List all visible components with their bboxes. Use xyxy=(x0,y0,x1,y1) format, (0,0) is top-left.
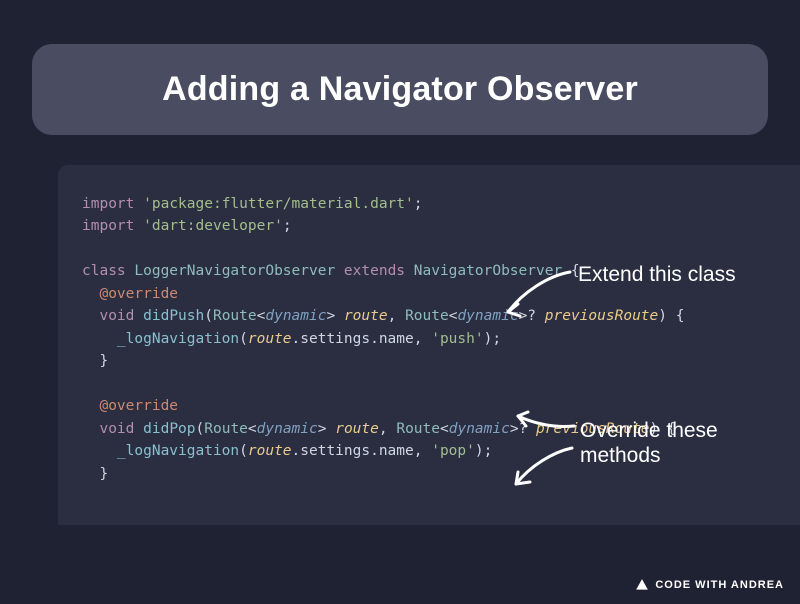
arrow-icon xyxy=(508,442,578,492)
arrow-icon xyxy=(498,264,578,324)
code-line: import 'dart:developer'; xyxy=(82,215,776,237)
code-line: } xyxy=(82,350,776,372)
code-line: @override xyxy=(82,395,776,417)
code-line: void didPush(Route<dynamic> route, Route… xyxy=(82,305,776,327)
brand-text: CODE WITH ANDREA xyxy=(655,579,784,591)
code-line: import 'package:flutter/material.dart'; xyxy=(82,193,776,215)
code-line: _logNavigation(route.settings.name, 'pus… xyxy=(82,328,776,350)
arrow-icon xyxy=(510,406,580,434)
brand-logo-icon xyxy=(635,578,649,592)
annotation-extend: Extend this class xyxy=(578,262,736,287)
page-title: Adding a Navigator Observer xyxy=(52,70,748,109)
code-panel: import 'package:flutter/material.dart'; … xyxy=(58,165,800,525)
code-line xyxy=(82,238,776,260)
brand-badge: CODE WITH ANDREA xyxy=(635,578,784,592)
title-card: Adding a Navigator Observer xyxy=(32,44,768,135)
code-line xyxy=(82,373,776,395)
annotation-override: Override these methods xyxy=(580,418,718,468)
